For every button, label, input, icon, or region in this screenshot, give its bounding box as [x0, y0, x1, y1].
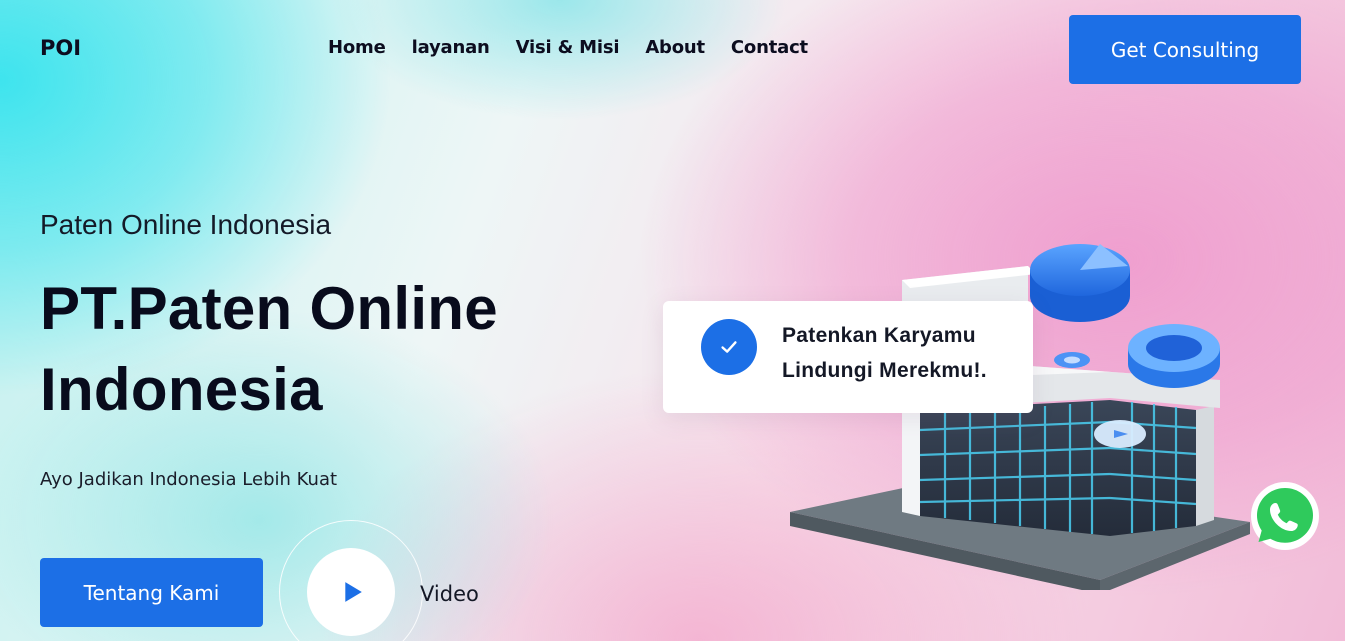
headline-line-1: PT.Paten Online — [40, 275, 498, 342]
hero-tagline: Ayo Jadikan Indonesia Lebih Kuat — [40, 469, 338, 490]
hero-headline: PT.Paten Online Indonesia — [40, 268, 600, 430]
play-icon — [345, 582, 362, 602]
card-subtitle: Lindungi Merekmu!. — [782, 359, 987, 382]
promo-card: Patenkan Karyamu Lindungi Merekmu!. — [663, 301, 1033, 413]
tentang-kami-button[interactable]: Tentang Kami — [40, 558, 263, 627]
get-consulting-button[interactable]: Get Consulting — [1069, 15, 1301, 84]
hero-subtitle: Paten Online Indonesia — [40, 209, 332, 240]
video-label[interactable]: Video — [420, 582, 479, 606]
nav-visi-misi[interactable]: Visi & Misi — [516, 37, 620, 58]
card-title: Patenkan Karyamu — [782, 324, 976, 347]
site-logo[interactable]: POI — [40, 36, 81, 60]
whatsapp-icon[interactable] — [1250, 481, 1320, 551]
nav-layanan[interactable]: layanan — [412, 37, 490, 58]
nav-contact[interactable]: Contact — [731, 37, 808, 58]
headline-line-2: Indonesia — [40, 356, 323, 423]
nav-about[interactable]: About — [645, 37, 705, 58]
check-icon — [721, 341, 737, 353]
check-circle — [701, 319, 757, 375]
main-nav: Home layanan Visi & Misi About Contact — [328, 37, 808, 58]
nav-home[interactable]: Home — [328, 37, 386, 58]
play-video-button[interactable] — [307, 548, 395, 636]
